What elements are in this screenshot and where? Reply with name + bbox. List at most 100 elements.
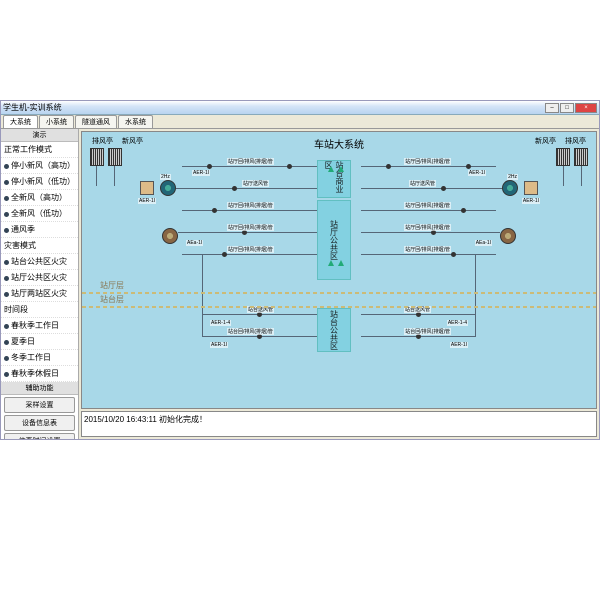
valve-icon — [441, 186, 446, 191]
device-info-button[interactable]: 设备信息表 — [4, 415, 75, 431]
bullet-icon — [4, 164, 9, 169]
sidebar-item[interactable]: 灾害模式 — [1, 238, 78, 254]
app-window: 学生机-实训系统 – □ × 大系统 小系统 隧道通风 水系统 演示 正常工作模… — [0, 100, 600, 440]
bullet-icon — [4, 196, 9, 201]
vent-label: 排风亭 — [565, 136, 586, 146]
valve-icon — [287, 164, 292, 169]
sidebar-item[interactable]: 停小新风（低功） — [1, 174, 78, 190]
bullet-icon — [4, 180, 9, 185]
valve-icon — [386, 164, 391, 169]
bullet-icon — [4, 356, 9, 361]
level-label: 站台层 — [100, 294, 124, 305]
duct-label: 站厅回/排风(排烟)管 — [404, 202, 451, 209]
valve-icon — [212, 208, 217, 213]
bullet-icon — [4, 292, 9, 297]
bullet-icon — [4, 260, 9, 265]
level-divider — [82, 306, 596, 308]
damper-box-icon — [524, 181, 538, 195]
vent-label: 排风亭 — [92, 136, 113, 146]
arrow-up-icon — [328, 166, 334, 172]
diagram-canvas: 车站大系统 排风亭 新风亭 新风亭 排风亭 站台商业区 站厅公共区 站台公共区 — [81, 131, 597, 409]
pipe — [114, 166, 115, 186]
duct-label: 站厅送风管 — [409, 180, 436, 187]
duct-label: 站台回/排风(排烟)管 — [404, 328, 451, 335]
valve-icon — [466, 164, 471, 169]
equip-tag: AER-1I — [468, 170, 486, 176]
damper-box-icon — [140, 181, 154, 195]
pipe — [182, 166, 317, 167]
tab-small-system[interactable]: 小系统 — [39, 115, 74, 128]
sidebar-item[interactable]: 时间段 — [1, 302, 78, 318]
equip-tag: AER-1I — [210, 342, 228, 348]
pipe — [361, 210, 496, 211]
fan-icon — [160, 180, 176, 196]
arrow-up-icon — [328, 260, 334, 266]
bullet-icon — [4, 276, 9, 281]
sidebar-item[interactable]: 夏季日 — [1, 334, 78, 350]
equip-tag: AER-1I — [192, 170, 210, 176]
sim-time-button[interactable]: 仿真时间设置 — [4, 433, 75, 439]
valve-icon — [451, 252, 456, 257]
sidebar-item[interactable]: 春秋季休假日 — [1, 366, 78, 382]
fan-icon — [500, 228, 516, 244]
sidebar-item[interactable]: 正常工作模式 — [1, 142, 78, 158]
bullet-icon — [4, 372, 9, 377]
pipe — [178, 232, 317, 233]
sampling-settings-button[interactable]: 采样设置 — [4, 397, 75, 413]
exhaust-grille-icon — [574, 148, 588, 166]
sidebar-header: 演示 — [1, 129, 78, 142]
sidebar-item[interactable]: 全新风（高功） — [1, 190, 78, 206]
diagram-title: 车站大系统 — [314, 136, 364, 151]
pipe — [176, 188, 317, 189]
zone-platform-public: 站台公共区 — [317, 308, 351, 352]
sidebar-item[interactable]: 站厅两站区火灾 — [1, 286, 78, 302]
vent-label: 新风亭 — [535, 136, 556, 146]
bullet-icon — [4, 228, 9, 233]
fan-icon — [502, 180, 518, 196]
duct-label: 站厅回/排风(排烟)管 — [404, 246, 451, 253]
equip-tag: AEa-1I — [475, 240, 492, 246]
sidebar-item[interactable]: 春秋季工作日 — [1, 318, 78, 334]
close-button[interactable]: × — [575, 103, 597, 113]
sidebar-item[interactable]: 冬季工作日 — [1, 350, 78, 366]
sidebar-item[interactable]: 全新风（低功） — [1, 206, 78, 222]
valve-icon — [461, 208, 466, 213]
bullet-icon — [4, 340, 9, 345]
valve-icon — [232, 186, 237, 191]
tab-large-system[interactable]: 大系统 — [3, 115, 38, 128]
window-title: 学生机-实训系统 — [3, 102, 544, 113]
valve-icon — [207, 164, 212, 169]
duct-label: 站厅回/排风(排烟)管 — [227, 202, 274, 209]
minimize-button[interactable]: – — [545, 103, 559, 113]
pipe — [361, 188, 502, 189]
sidebar-item[interactable]: 停小新风（高功） — [1, 158, 78, 174]
sidebar-aux-header: 辅助功能 — [1, 382, 78, 395]
tab-bar: 大系统 小系统 隧道通风 水系统 — [1, 115, 599, 129]
tab-tunnel-vent[interactable]: 隧道通风 — [75, 115, 117, 128]
log-entry: 2015/10/20 16:43:11 初始化完成！ — [84, 415, 207, 424]
vent-label: 新风亭 — [122, 136, 143, 146]
duct-label: 站台回/排风(排烟)管 — [227, 328, 274, 335]
maximize-button[interactable]: □ — [560, 103, 574, 113]
duct-label: 站厅回/排风(排烟)管 — [404, 158, 451, 165]
pipe — [202, 254, 203, 336]
exhaust-grille-icon — [556, 148, 570, 166]
equip-tag: AER-1I — [522, 198, 540, 204]
sidebar-item[interactable]: 通风季 — [1, 222, 78, 238]
pipe — [581, 166, 582, 186]
sidebar-item[interactable]: 站厅公共区火灾 — [1, 270, 78, 286]
titlebar: 学生机-实训系统 – □ × — [1, 101, 599, 115]
equip-tag: AER-1I — [450, 342, 468, 348]
pipe — [96, 166, 97, 186]
arrow-up-icon — [338, 260, 344, 266]
level-label: 站厅层 — [100, 280, 124, 291]
equip-tag: AEa-1I — [186, 240, 203, 246]
sidebar-item[interactable]: 站台公共区火灾 — [1, 254, 78, 270]
exhaust-grille-icon — [90, 148, 104, 166]
log-panel: 2015/10/20 16:43:11 初始化完成！ — [81, 411, 597, 437]
tab-water-system[interactable]: 水系统 — [118, 115, 153, 128]
pipe — [361, 166, 496, 167]
sidebar: 演示 正常工作模式 停小新风（高功） 停小新风（低功） 全新风（高功） 全新风（… — [1, 129, 79, 439]
bullet-icon — [4, 324, 9, 329]
freq-label: 2Hz — [507, 174, 518, 180]
